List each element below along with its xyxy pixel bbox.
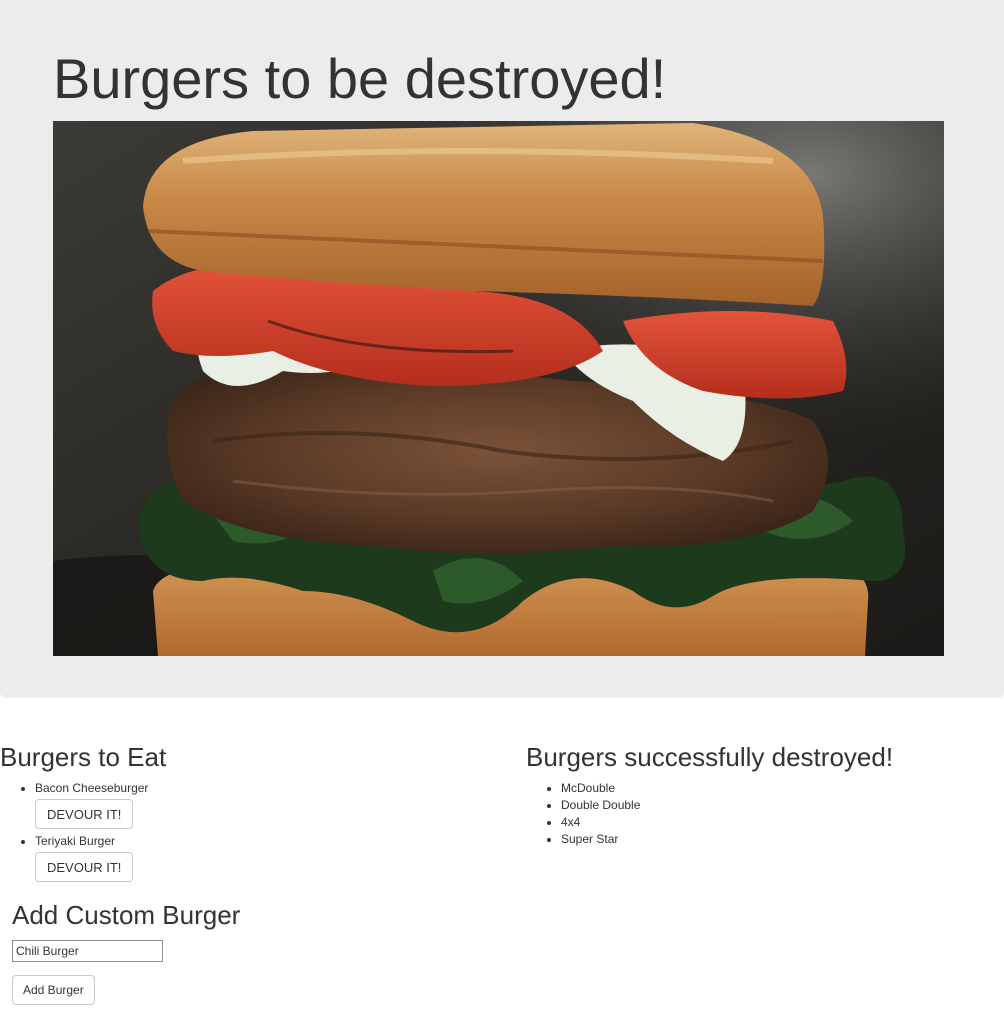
add-burger-title: Add Custom Burger	[12, 900, 241, 930]
destroyed-list: McDouble Double Double 4x4 Super Star	[526, 780, 996, 848]
add-burger-button[interactable]: Add Burger	[12, 975, 95, 1005]
destroyed-title: Burgers successfully destroyed!	[526, 742, 894, 772]
burger-name: Teriyaki Burger	[35, 834, 116, 848]
burger-name-input[interactable]	[12, 940, 163, 962]
destroyed-section: Burgers successfully destroyed! McDouble…	[526, 740, 996, 848]
list-item: Bacon Cheeseburger DEVOUR IT!	[35, 780, 480, 829]
to-eat-title: Burgers to Eat	[0, 742, 167, 772]
devour-button[interactable]: DEVOUR IT!	[35, 799, 134, 829]
list-item: Super Star	[561, 831, 996, 848]
devour-button[interactable]: DEVOUR IT!	[35, 852, 134, 882]
add-burger-form: Add Custom Burger Add Burger	[12, 898, 412, 1005]
list-item: 4x4	[561, 814, 996, 831]
list-item: Teriyaki Burger DEVOUR IT!	[35, 833, 480, 882]
burger-photo	[53, 121, 944, 656]
list-item: Double Double	[561, 797, 996, 814]
to-eat-list: Bacon Cheeseburger DEVOUR IT! Teriyaki B…	[0, 780, 480, 882]
jumbotron: Burgers to be destroyed!	[0, 0, 1004, 698]
burger-name: Bacon Cheeseburger	[35, 781, 149, 795]
burgers-to-eat-section: Burgers to Eat Bacon Cheeseburger DEVOUR…	[0, 740, 480, 886]
list-item: McDouble	[561, 780, 996, 797]
page-title: Burgers to be destroyed!	[53, 47, 667, 110]
